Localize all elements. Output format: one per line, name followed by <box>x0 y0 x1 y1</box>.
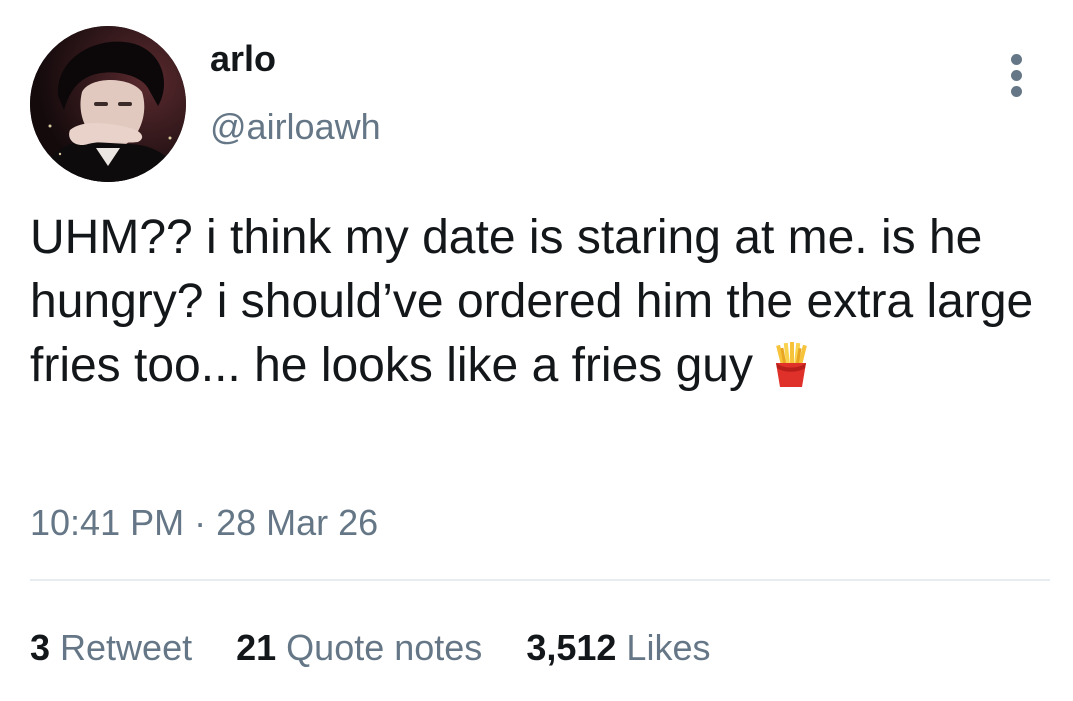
tweet-text: UHM?? i think my date is staring at me. … <box>30 211 1034 392</box>
tweet-time: 10:41 PM <box>30 502 185 543</box>
avatar-photo <box>30 26 186 182</box>
timestamp-separator: · <box>194 502 207 543</box>
tweet-stats: 3 Retweet 21 Quote notes 3,512 Likes <box>30 627 744 669</box>
retweets-stat[interactable]: 3 Retweet <box>30 627 192 669</box>
quotes-label: Quote notes <box>286 627 483 668</box>
avatar[interactable] <box>30 26 186 182</box>
quotes-count: 21 <box>236 627 277 668</box>
likes-label: Likes <box>626 627 711 668</box>
more-options-button[interactable] <box>1000 52 1034 100</box>
retweets-label: Retweet <box>60 627 193 668</box>
tweet-timestamp[interactable]: 10:41 PM · 28 Mar 26 <box>30 502 378 544</box>
quotes-stat[interactable]: 21 Quote notes <box>236 627 482 669</box>
likes-count: 3,512 <box>526 627 617 668</box>
tweet-date: 28 Mar 26 <box>216 502 379 543</box>
more-dot-icon <box>1011 54 1022 65</box>
retweets-count: 3 <box>30 627 51 668</box>
tweet-body: UHM?? i think my date is staring at me. … <box>30 206 1040 398</box>
user-handle[interactable]: @airloawh <box>210 106 381 148</box>
display-name[interactable]: arlo <box>210 38 276 80</box>
fries-icon <box>767 341 815 389</box>
divider <box>30 579 1050 581</box>
likes-stat[interactable]: 3,512 Likes <box>526 627 710 669</box>
more-dot-icon <box>1011 86 1022 97</box>
more-dot-icon <box>1011 70 1022 81</box>
